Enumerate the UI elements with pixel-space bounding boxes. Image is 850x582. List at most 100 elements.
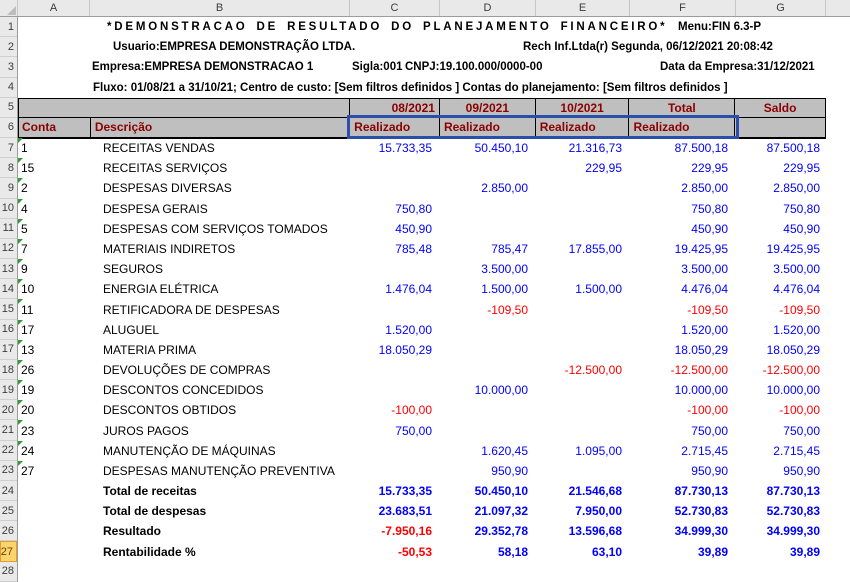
value-cell[interactable]: 950,90 [736,461,826,481]
value-cell[interactable]: 1.500,00 [536,279,630,299]
value-cell[interactable]: 750,80 [736,199,826,219]
period-header[interactable]: 08/2021 [350,98,440,118]
company-info-row[interactable]: Empresa:EMPRESA DEMONSTRACAO 1 Sigla:001… [18,57,850,77]
value-cell[interactable]: 87.730,13 [630,481,736,501]
conta-cell[interactable]: 24 [18,440,90,461]
value-cell[interactable]: 750,00 [736,420,826,440]
value-cell[interactable] [536,199,630,219]
value-cell[interactable]: -100,00 [350,400,440,420]
value-cell[interactable]: -100,00 [630,400,736,420]
value-cell[interactable]: 3.500,00 [736,259,826,279]
filter-info-row[interactable]: Fluxo: 01/08/21 a 31/10/21; Centro de cu… [18,78,850,98]
period-header[interactable]: 09/2021 [439,98,536,118]
descricao-cell[interactable]: RECEITAS SERVIÇOS [90,158,350,178]
value-cell[interactable]: 2.850,00 [440,178,536,198]
descricao-cell[interactable]: ALUGUEL [90,320,350,340]
value-cell[interactable]: 39,89 [736,542,826,562]
row-header-2[interactable]: 2 [0,37,17,58]
descricao-cell[interactable]: MANUTENÇÃO DE MÁQUINAS [90,441,350,461]
row-header-25[interactable]: 25 [0,501,17,522]
value-cell[interactable]: 2.715,45 [630,441,736,461]
value-cell[interactable]: 1.476,04 [350,279,440,299]
descricao-cell[interactable]: SEGUROS [90,259,350,279]
value-cell[interactable]: 10.000,00 [736,380,826,400]
value-cell[interactable]: 1.095,00 [536,441,630,461]
conta-cell[interactable]: 4 [18,198,90,219]
descricao-cell[interactable]: DESPESAS MANUTENÇÃO PREVENTIVA [90,461,350,481]
value-cell[interactable] [440,340,536,360]
value-cell[interactable]: 750,80 [350,199,440,219]
value-cell[interactable]: -12.500,00 [736,360,826,380]
value-cell[interactable]: 87.730,13 [736,481,826,501]
value-cell[interactable]: 4.476,04 [736,279,826,299]
conta-cell[interactable]: 7 [18,238,90,259]
value-cell[interactable]: 10.000,00 [440,380,536,400]
value-cell[interactable]: 87.500,18 [630,138,736,158]
total-header[interactable]: Total [629,98,736,118]
value-cell[interactable] [440,320,536,340]
value-cell[interactable]: -50,53 [350,542,440,562]
column-header-a[interactable]: A [18,0,90,16]
conta-cell[interactable]: 23 [18,420,90,440]
value-cell[interactable]: 17.855,00 [536,239,630,259]
value-cell[interactable]: 1.500,00 [440,279,536,299]
value-cell[interactable]: -12.500,00 [536,360,630,380]
descricao-cell[interactable]: DESPESA GERAIS [90,199,350,219]
value-cell[interactable]: 87.500,18 [736,138,826,158]
value-cell[interactable]: 10.000,00 [630,380,736,400]
period-header[interactable]: 10/2021 [535,98,630,118]
value-cell[interactable] [350,158,440,178]
value-cell[interactable]: 34.999,30 [630,521,736,541]
value-cell[interactable]: 21.546,68 [536,481,630,501]
row-header-18[interactable]: 18 [0,360,17,381]
descricao-cell[interactable]: DESCONTOS OBTIDOS [90,400,350,420]
report-title-row[interactable]: *DEMONSTRACAO DE RESULTADO DO PLANEJAMEN… [18,17,850,37]
conta-cell[interactable]: 11 [18,299,90,319]
conta-cell[interactable]: 2 [18,178,90,198]
row-header-16[interactable]: 16 [0,320,17,340]
row-header-12[interactable]: 12 [0,239,17,260]
value-cell[interactable] [536,299,630,319]
value-cell[interactable]: 1.520,00 [630,320,736,340]
value-cell[interactable] [350,380,440,400]
row-header-28[interactable]: 28 [0,562,17,582]
value-cell[interactable] [536,461,630,481]
realizado-header[interactable]: Realizado [535,117,630,137]
descricao-cell[interactable]: JUROS PAGOS [90,420,350,440]
value-cell[interactable]: 229,95 [736,158,826,178]
value-cell[interactable]: 3.500,00 [440,259,536,279]
conta-column-header[interactable]: Conta [19,117,91,137]
total-label-cell[interactable]: Total de receitas [90,481,350,501]
conta-cell[interactable]: 26 [18,359,90,380]
descricao-cell[interactable]: MATERIAIS INDIRETOS [90,239,350,259]
value-cell[interactable]: 63,10 [536,542,630,562]
row-header-8[interactable]: 8 [0,158,17,179]
descricao-column-header[interactable]: Descrição [90,117,351,137]
value-cell[interactable] [536,259,630,279]
empty-conta-cell[interactable] [18,542,90,562]
descricao-cell[interactable]: MATERIA PRIMA [90,340,350,360]
value-cell[interactable]: 950,90 [440,461,536,481]
value-cell[interactable] [440,360,536,380]
value-cell[interactable]: 1.520,00 [736,320,826,340]
conta-cell[interactable]: 10 [18,279,90,299]
row-header-5[interactable]: 5 [0,98,17,118]
value-cell[interactable] [350,441,440,461]
value-cell[interactable]: 1.620,45 [440,441,536,461]
column-header-g[interactable]: G [736,0,826,16]
value-cell[interactable] [350,360,440,380]
row-header-26[interactable]: 26 [0,521,17,542]
value-cell[interactable]: 19.425,95 [736,239,826,259]
value-cell[interactable]: -109,50 [736,299,826,319]
column-header-f[interactable]: F [630,0,736,16]
row-header-13[interactable]: 13 [0,259,17,280]
descricao-cell[interactable]: RETIFICADORA DE DESPESAS [90,299,350,319]
value-cell[interactable] [536,178,630,198]
value-cell[interactable]: 18.050,29 [350,340,440,360]
select-all-button[interactable] [0,0,18,16]
value-cell[interactable]: 29.352,78 [440,521,536,541]
row-header-6[interactable]: 6 [0,118,17,139]
user-info-row[interactable]: Usuario:EMPRESA DEMONSTRAÇÃO LTDA. Rech … [18,37,850,57]
value-cell[interactable]: -100,00 [736,400,826,420]
empty-conta-cell[interactable] [18,481,90,501]
